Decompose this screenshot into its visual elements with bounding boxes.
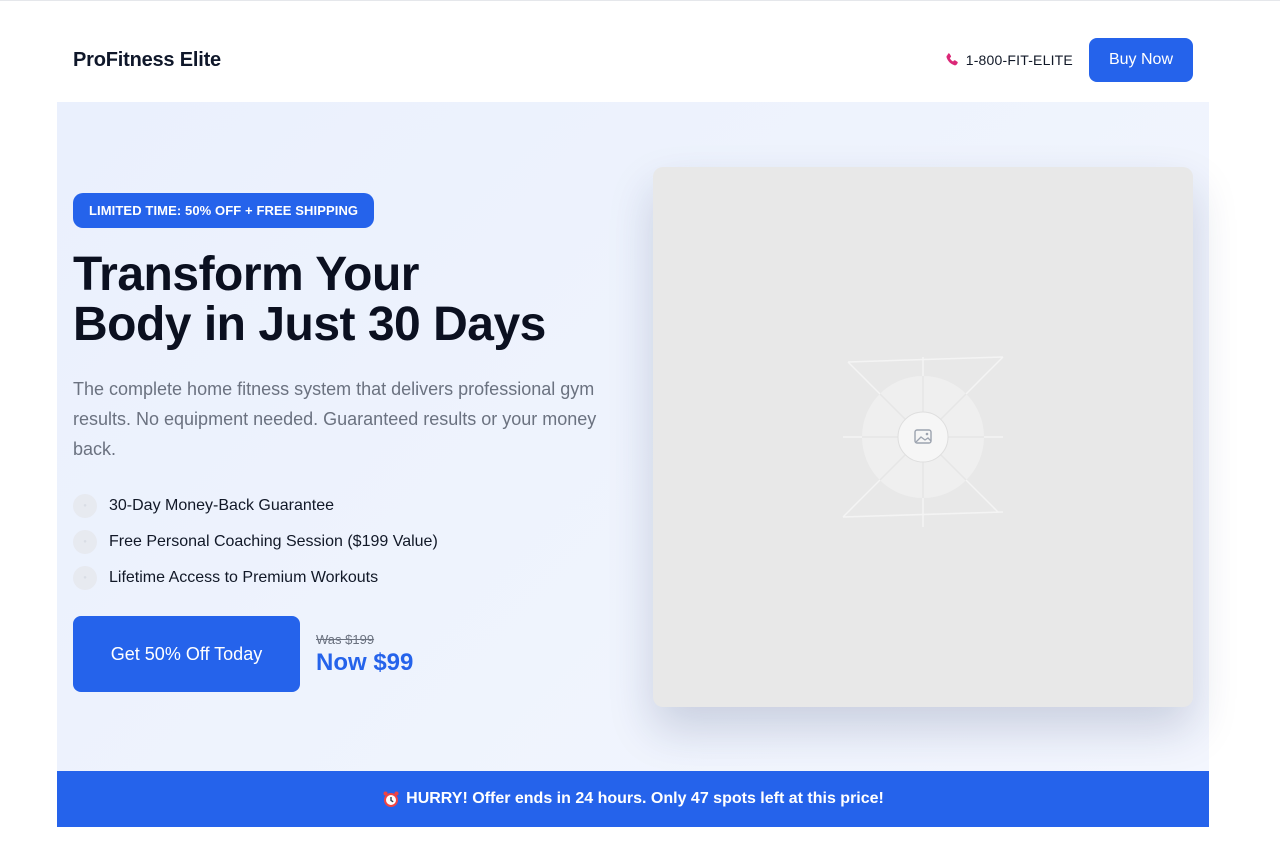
- feature-item: ● 30-Day Money-Back Guarantee: [73, 488, 633, 524]
- check-icon: ●: [73, 530, 97, 554]
- feature-item: ● Lifetime Access to Premium Workouts: [73, 560, 633, 596]
- hero-content: LIMITED TIME: 50% OFF + FREE SHIPPING Tr…: [73, 193, 633, 692]
- brand-logo[interactable]: ProFitness Elite: [73, 49, 221, 72]
- product-image-placeholder: [653, 167, 1193, 707]
- phone-number: 1-800-FIT-ELITE: [965, 52, 1073, 68]
- check-icon: ●: [73, 566, 97, 590]
- urgency-text: HURRY! Offer ends in 24 hours. Only 47 s…: [406, 790, 884, 807]
- alarm-clock-icon: [382, 790, 400, 808]
- header-actions: 1-800-FIT-ELITE Buy Now: [944, 38, 1193, 82]
- image-placeholder-graphic: [842, 356, 1004, 527]
- hero-subheadline: The complete home fitness system that de…: [73, 379, 597, 459]
- hero-section: LIMITED TIME: 50% OFF + FREE SHIPPING Tr…: [57, 102, 1209, 771]
- promo-badge: LIMITED TIME: 50% OFF + FREE SHIPPING: [73, 193, 375, 228]
- feature-label: Free Personal Coaching Session ($199 Val…: [109, 533, 438, 550]
- phone-icon: [944, 52, 960, 68]
- feature-item: ● Free Personal Coaching Session ($199 V…: [73, 524, 633, 560]
- buy-now-button[interactable]: Buy Now: [1088, 38, 1193, 82]
- feature-label: Lifetime Access to Premium Workouts: [109, 569, 379, 586]
- original-price: Was $199: [316, 631, 375, 647]
- headline-line-2: Body in Just 30 Days: [73, 298, 546, 351]
- get-discount-button[interactable]: Get 50% Off Today: [73, 616, 300, 692]
- cta-row: Get 50% Off Today Was $199 Now $99: [73, 616, 633, 692]
- check-icon: ●: [73, 494, 97, 518]
- feature-label: 30-Day Money-Back Guarantee: [109, 497, 334, 514]
- phone-link[interactable]: 1-800-FIT-ELITE: [944, 52, 1073, 68]
- top-divider: [0, 0, 1280, 1]
- price-box: Was $199 Now $99: [316, 632, 413, 677]
- site-header: ProFitness Elite 1-800-FIT-ELITE Buy Now: [57, 18, 1209, 102]
- feature-list: ● 30-Day Money-Back Guarantee ● Free Per…: [73, 488, 633, 596]
- sale-price: Now $99: [316, 648, 414, 676]
- hero-headline: Transform Your Body in Just 30 Days: [73, 250, 633, 350]
- urgency-banner: HURRY! Offer ends in 24 hours. Only 47 s…: [57, 771, 1209, 827]
- headline-line-1: Transform Your: [73, 248, 419, 301]
